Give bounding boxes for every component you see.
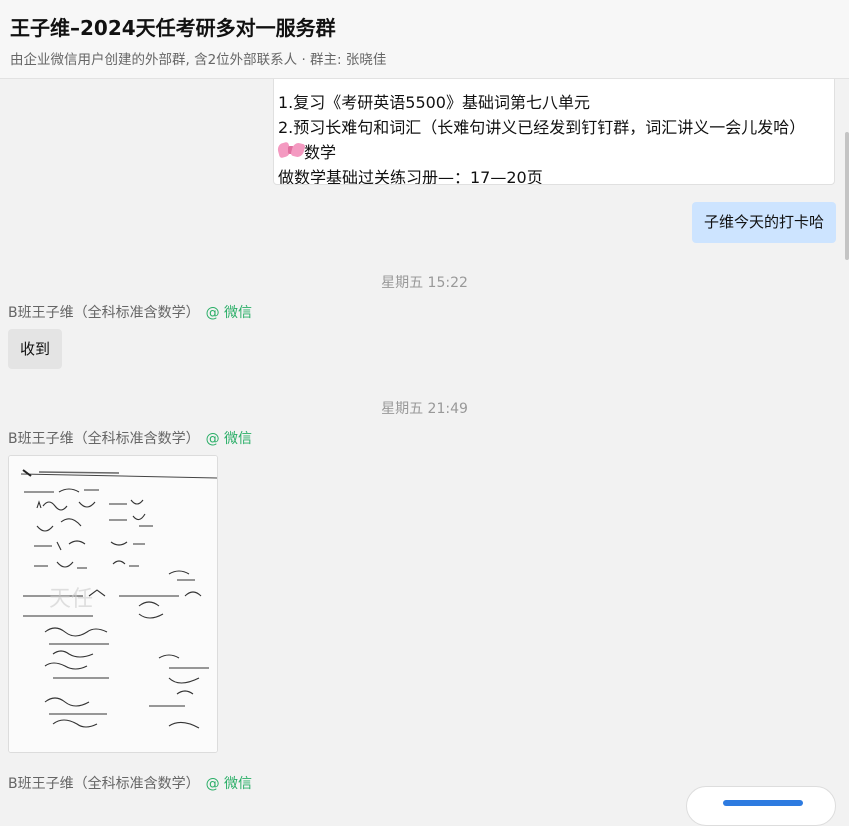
wechat-tag: @ 微信 [205,431,253,447]
chat-header: 王子维–2024天任考研多对一服务群 由企业微信用户创建的外部群, 含2位外部联… [0,0,849,79]
image-message[interactable]: 天任 [8,455,218,753]
outgoing-message-bubble[interactable]: 子维今天的打卡哈 [691,202,836,243]
group-title[interactable]: 王子维–2024天任考研多对一服务群 [10,12,336,41]
svg-text:天任: 天任 [49,587,93,612]
ribbon-bow-icon [278,140,304,162]
message-line: 做数学基础过关练习册—：17—20页 [278,168,543,185]
homework-message-bubble[interactable]: 1.复习《考研英语5500》基础词第七八单元 2.预习长难句和词汇（长难句讲义已… [273,79,835,185]
wechat-tag: @ 微信 [205,305,253,321]
timestamp: 星期五 15:22 [381,275,468,291]
message-list[interactable]: 1.复习《考研英语5500》基础词第七八单元 2.预习长难句和词汇（长难句讲义已… [0,79,849,801]
message-line: 1.复习《考研英语5500》基础词第七八单元 [278,93,590,112]
group-subtitle: 由企业微信用户创建的外部群, 含2位外部联系人 · 群主: 张晓佳 [10,52,387,68]
message-line: 2.预习长难句和词汇（长难句讲义已经发到钉钉群，词汇讲义一会儿发哈） [278,118,806,137]
homework-photo-image: 天任 [9,456,217,752]
sender-name: B班王子维（全科标准含数学） @ 微信 [8,305,253,321]
new-message-pill[interactable] [686,786,836,826]
message-line: 数学 [278,140,830,165]
sender-name: B班王子维（全科标准含数学） @ 微信 [8,776,253,792]
wechat-tag: @ 微信 [205,776,253,792]
sender-name: B班王子维（全科标准含数学） @ 微信 [8,431,253,447]
scrollbar-thumb[interactable] [845,132,849,260]
incoming-message-bubble[interactable]: 收到 [8,329,63,369]
timestamp: 星期五 21:49 [381,401,468,417]
